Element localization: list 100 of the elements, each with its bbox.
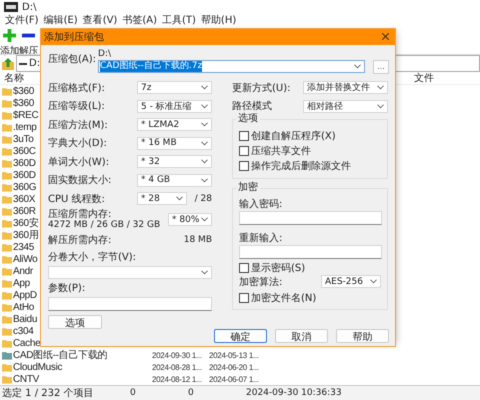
caret-icon	[201, 178, 208, 183]
status-text: 0	[187, 388, 195, 398]
checkbox-label: 创建自解压程序(X)	[251, 130, 336, 143]
checkbox-label: 加密文件名(N)	[251, 292, 316, 305]
caret-icon	[354, 64, 361, 69]
file-name: 360用	[13, 229, 38, 242]
dropdown[interactable]: 5 - 标准压缩	[137, 100, 212, 113]
checkbox[interactable]	[239, 131, 249, 141]
field-label: 参数(P):	[48, 282, 86, 295]
dropdown[interactable]: * 4 GB	[137, 174, 212, 187]
menu-item[interactable]: 工具(T)	[160, 14, 199, 27]
archive-path: D:\	[98, 48, 112, 60]
menu-item[interactable]: 帮助(H)	[198, 14, 240, 27]
file-name: Baidu	[13, 314, 38, 324]
group-title: 选项	[236, 112, 260, 124]
field-label: 压缩等级(L):	[48, 100, 105, 114]
file-name: 360X	[13, 194, 36, 204]
dropdown[interactable]: AES-256	[321, 275, 381, 288]
thread-max: / 28	[194, 194, 212, 204]
caret-icon	[201, 159, 208, 164]
checkbox-label: 操作完成后删除源文件	[251, 160, 351, 173]
plus-icon	[3, 29, 16, 42]
dialog-button[interactable]: 帮助	[336, 329, 389, 343]
file-name: 2345	[13, 242, 34, 252]
memory-value: 18 MB	[184, 234, 212, 244]
caret-icon	[201, 217, 208, 222]
status-text: 0	[129, 388, 137, 398]
field-label: 分卷大小，字节(V):	[48, 250, 138, 264]
archive-name-combo[interactable]: CAD图纸--自己下载的.7z	[98, 60, 365, 73]
password-field[interactable]	[239, 210, 382, 224]
parameters-field[interactable]	[48, 297, 212, 311]
field-label: 加密算法:	[239, 276, 282, 288]
caret-icon	[176, 196, 183, 202]
field-label: CPU 线程数:	[48, 192, 105, 206]
checkbox[interactable]	[239, 293, 249, 303]
dropdown[interactable]: * LZMA2	[137, 118, 212, 132]
modified-date: 2024-08-28 1...	[152, 362, 203, 372]
file-name: 360C	[13, 146, 36, 156]
field-label: 路径模式	[232, 100, 272, 112]
field-label: 压缩格式(F):	[48, 82, 105, 95]
file-name: CNTV	[13, 374, 40, 384]
checkbox[interactable]	[239, 146, 249, 156]
folder-up-icon[interactable]	[2, 58, 14, 70]
window-title: D:\	[22, 2, 36, 12]
field-label: 压缩所需内存:	[48, 210, 112, 220]
options-button[interactable]: 选项	[48, 315, 102, 329]
checkbox-label: 压缩共享文件	[251, 144, 311, 158]
created-date: 2024-06-07 1...	[209, 374, 260, 384]
file-name: 360G	[13, 182, 36, 192]
menu-item[interactable]: 文件(F)	[3, 14, 42, 27]
close-icon[interactable]	[382, 33, 389, 40]
menu-item[interactable]: 书签(A)	[120, 14, 160, 27]
file-name: .temp	[13, 122, 37, 132]
memory-detail: 4272 MB / 26 GB / 32 GB	[48, 220, 160, 230]
caret-icon	[201, 85, 208, 90]
dialog-button[interactable]: 取消	[275, 329, 328, 343]
file-name: Cache	[13, 338, 40, 348]
file-name: Andr	[13, 266, 33, 276]
dialog-button[interactable]: 确定	[214, 329, 267, 343]
created-date: 2024-05-13 1...	[209, 350, 260, 360]
field-label: 输入密码:	[239, 198, 284, 210]
modified-date: 2024-08-12 1...	[152, 374, 203, 384]
field-label: 字典大小(D):	[48, 136, 107, 150]
file-name: AppD	[13, 290, 37, 300]
modified-date: 2024-09-30 1...	[152, 350, 203, 360]
dropdown[interactable]: * 16 MB	[137, 136, 212, 150]
field-label: 解压所需内存:	[48, 234, 112, 246]
file-name: $REC	[13, 110, 38, 120]
field-label: 更新方式(U):	[232, 82, 290, 95]
file-name: 360R	[13, 206, 36, 216]
column-header[interactable]: 文件	[414, 71, 434, 85]
status-text: 2024-09-30 10:36:33	[245, 388, 342, 398]
file-name: $360	[13, 86, 34, 96]
file-name: 3uTo	[13, 134, 34, 144]
menu-item[interactable]: 编辑(E)	[42, 14, 81, 27]
browse-button[interactable]: ...	[373, 60, 389, 74]
file-name: AtHo	[13, 302, 34, 312]
password-field[interactable]	[239, 244, 382, 258]
dropdown[interactable]: * 80%	[168, 213, 212, 226]
status-text: 选定 1 / 232 个项目	[1, 386, 95, 400]
dropdown[interactable]: 相对路径	[303, 100, 388, 113]
file-name: CAD图纸--自己下载的	[13, 348, 108, 362]
caret-icon	[370, 279, 377, 284]
dropdown[interactable]: * 32	[137, 155, 212, 168]
dropdown[interactable]: 7z	[137, 81, 212, 94]
dialog-title: 添加到压缩包	[44, 30, 104, 44]
checkbox[interactable]	[239, 161, 249, 171]
file-name: CloudMusic	[13, 362, 62, 372]
file-name: AliWo	[13, 254, 38, 264]
column-header[interactable]: 名称	[0, 71, 24, 85]
app-icon	[4, 2, 18, 12]
file-name: 360D	[13, 170, 36, 180]
checkbox[interactable]	[239, 263, 249, 273]
menu-item[interactable]: 查看(V)	[80, 14, 120, 27]
dropdown[interactable]: 添加并替换文件	[303, 81, 388, 94]
field-label: 压缩包(A):	[48, 54, 96, 66]
file-name: c304	[13, 326, 34, 336]
group-title: 加密	[236, 182, 260, 194]
dropdown[interactable]: * 28	[137, 192, 187, 206]
caret-icon	[377, 85, 384, 90]
